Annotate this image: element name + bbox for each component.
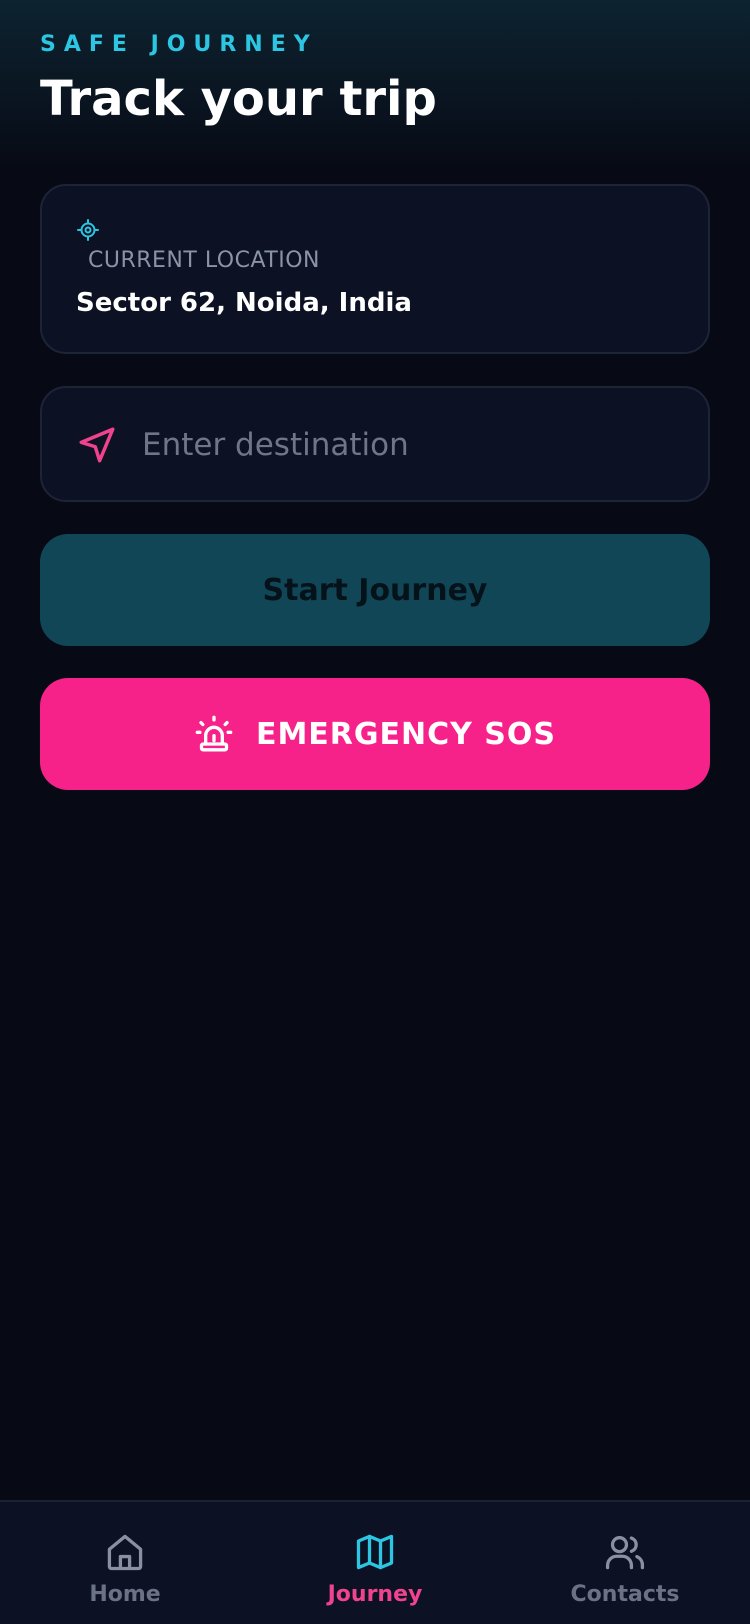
tab-contacts[interactable]: Contacts	[500, 1502, 750, 1624]
crosshair-icon	[76, 218, 100, 242]
header: SAFE JOURNEY Track your trip	[40, 32, 437, 127]
bottom-tab-bar: Home Journey Contacts	[0, 1500, 750, 1624]
tab-journey[interactable]: Journey	[250, 1502, 500, 1624]
tab-home-label: Home	[89, 1582, 161, 1607]
journey-screen: SAFE JOURNEY Track your trip CURRENT LOC…	[0, 0, 750, 1624]
home-icon	[103, 1530, 147, 1574]
current-location-card: CURRENT LOCATION Sector 62, Noida, India	[40, 184, 710, 354]
start-journey-button[interactable]: Start Journey	[40, 534, 710, 646]
navigation-arrow-icon	[76, 424, 118, 466]
map-icon	[353, 1530, 397, 1574]
tab-contacts-label: Contacts	[570, 1582, 680, 1607]
page-title: Track your trip	[40, 71, 437, 127]
start-journey-label: Start Journey	[262, 572, 488, 608]
destination-input[interactable]	[142, 410, 682, 480]
users-icon	[603, 1530, 647, 1574]
app-eyebrow: SAFE JOURNEY	[40, 32, 318, 57]
tab-home[interactable]: Home	[0, 1502, 250, 1624]
tab-journey-label: Journey	[327, 1582, 423, 1607]
destination-field[interactable]	[40, 386, 710, 502]
current-location-value: Sector 62, Noida, India	[76, 288, 412, 318]
emergency-sos-label: EMERGENCY SOS	[255, 716, 557, 752]
siren-icon	[194, 714, 234, 754]
emergency-sos-button[interactable]: EMERGENCY SOS	[40, 678, 710, 790]
current-location-label: CURRENT LOCATION	[88, 248, 321, 273]
